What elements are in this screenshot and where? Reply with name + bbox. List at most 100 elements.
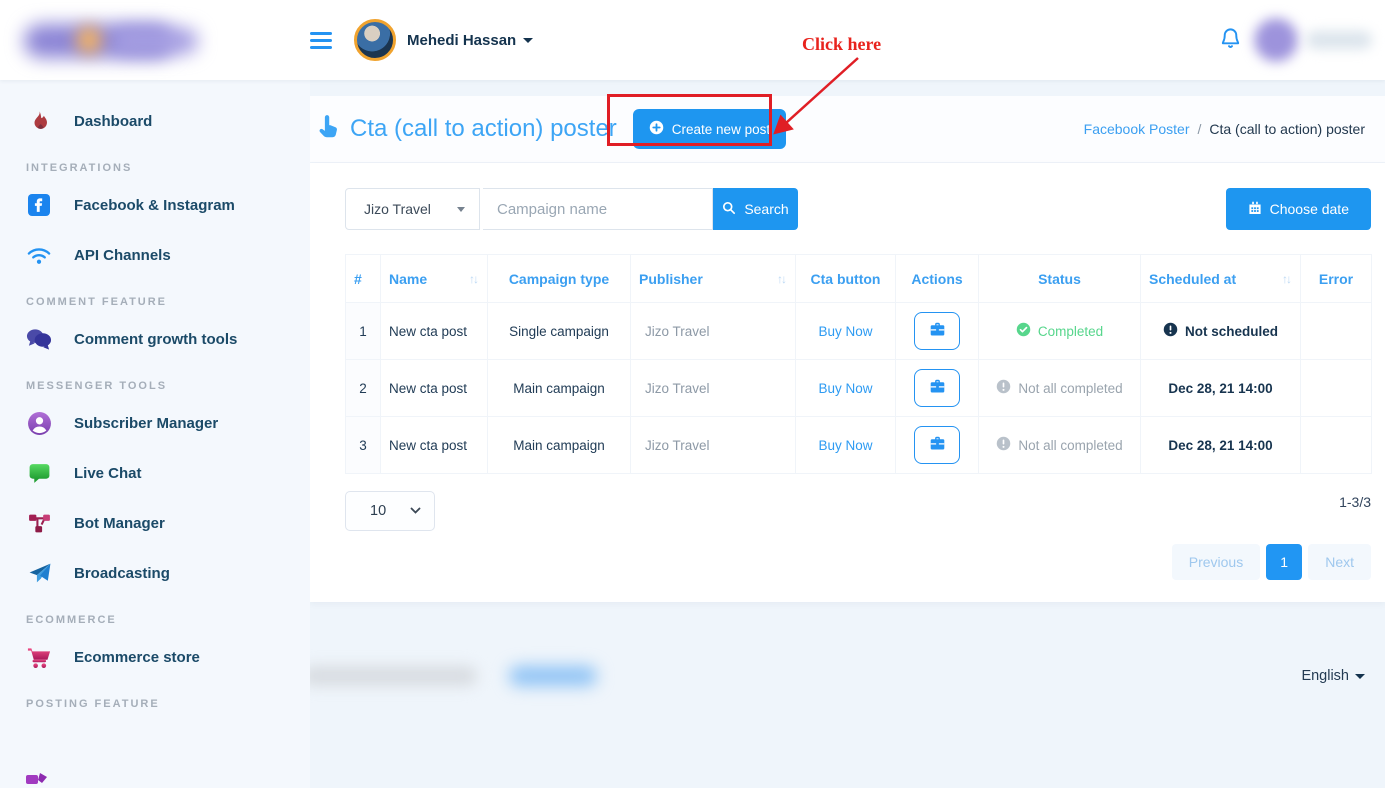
page-size-select[interactable]: 10 xyxy=(345,491,435,531)
publisher-select-value: Jizo Travel xyxy=(364,201,431,217)
column-header-scheduled-at[interactable]: Scheduled at ↑↓ xyxy=(1141,255,1301,303)
chevron-down-icon xyxy=(410,502,421,520)
column-label: Publisher xyxy=(639,271,703,287)
sidebar-item-label: Bot Manager xyxy=(74,515,165,532)
sidebar-item-comment-growth-tools[interactable]: Comment growth tools xyxy=(0,314,310,364)
search-button-label: Search xyxy=(744,201,788,217)
sidebar-item-dashboard[interactable]: Dashboard xyxy=(0,96,310,146)
breadcrumb: Facebook Poster / Cta (call to action) p… xyxy=(1084,121,1365,137)
briefcase-action-button[interactable] xyxy=(914,312,960,350)
user-name-blurred xyxy=(1306,31,1372,49)
cell-status: Not all completed xyxy=(979,417,1141,474)
cart-icon xyxy=(26,645,52,670)
wifi-icon xyxy=(26,243,52,267)
logo-blur-shape xyxy=(112,28,198,54)
sidebar-item-label: Subscriber Manager xyxy=(74,415,218,432)
paper-plane-icon xyxy=(26,561,52,586)
sort-icon: ↑↓ xyxy=(1282,272,1290,286)
sidebar-section-messenger-tools: MESSENGER TOOLS xyxy=(0,380,310,392)
posts-card: Jizo Travel Search Choose date xyxy=(310,163,1385,602)
cell-scheduled-at: Dec 28, 21 14:00 xyxy=(1141,417,1301,474)
buy-now-link[interactable]: Buy Now xyxy=(818,438,872,453)
sidebar-item-label: Comment growth tools xyxy=(74,331,237,348)
column-header-status: Status xyxy=(979,255,1141,303)
sidebar-section-comment-feature: COMMENT FEATURE xyxy=(0,296,310,308)
page-1-button[interactable]: 1 xyxy=(1266,544,1302,580)
status-badge: Not all completed xyxy=(1018,438,1122,453)
column-label: Name xyxy=(389,271,427,287)
create-new-post-button[interactable]: Create new post xyxy=(633,109,786,149)
choose-date-button[interactable]: Choose date xyxy=(1226,188,1371,230)
cell-scheduled-at: Dec 28, 21 14:00 xyxy=(1141,360,1301,417)
briefcase-action-button[interactable] xyxy=(914,369,960,407)
buy-now-link[interactable]: Buy Now xyxy=(818,381,872,396)
cell-scheduled-at: Not scheduled xyxy=(1141,303,1301,360)
filter-bar: Jizo Travel Search Choose date xyxy=(345,188,1371,230)
cell-publisher: Jizo Travel xyxy=(631,303,796,360)
sidebar-item-label: Broadcasting xyxy=(74,565,170,582)
sidebar-item-live-chat[interactable]: Live Chat xyxy=(0,448,310,498)
cell-cta-button: Buy Now xyxy=(796,360,896,417)
cell-num: 3 xyxy=(346,417,381,474)
results-range: 1-3/3 xyxy=(1339,494,1371,510)
user-circle-icon xyxy=(26,411,52,436)
topbar: Mehedi Hassan xyxy=(0,0,1385,80)
sidebar-item-broadcasting[interactable]: Broadcasting xyxy=(0,548,310,598)
column-header-publisher[interactable]: Publisher ↑↓ xyxy=(631,255,796,303)
app-logo[interactable] xyxy=(20,12,210,68)
sidebar-item-label: Ecommerce store xyxy=(74,649,200,666)
publisher-select[interactable]: Jizo Travel xyxy=(345,188,480,230)
column-header-campaign-type: Campaign type xyxy=(488,255,631,303)
briefcase-icon xyxy=(929,435,946,455)
cell-num: 2 xyxy=(346,360,381,417)
buy-now-link[interactable]: Buy Now xyxy=(818,324,872,339)
cell-campaign-type: Main campaign xyxy=(488,417,631,474)
briefcase-action-button[interactable] xyxy=(914,426,960,464)
chevron-down-icon xyxy=(457,207,465,212)
check-circle-icon xyxy=(1016,322,1031,340)
user-name: Mehedi Hassan xyxy=(407,32,516,49)
cell-error xyxy=(1301,303,1372,360)
language-select[interactable]: English xyxy=(1301,668,1365,684)
chevron-down-icon xyxy=(523,38,533,43)
cell-status: Not all completed xyxy=(979,360,1141,417)
next-page-button[interactable]: Next xyxy=(1308,544,1371,580)
page-title: Cta (call to action) poster xyxy=(350,115,617,143)
sidebar-item-facebook-instagram[interactable]: Facebook & Instagram xyxy=(0,180,310,230)
posts-table: # Name↑↓ Campaign type Publisher↑↓ Cta b… xyxy=(345,254,1372,474)
table-row: 1 New cta post Single campaign Jizo Trav… xyxy=(346,303,1372,360)
chat-bubble-icon xyxy=(26,461,52,486)
breadcrumb-facebook-poster[interactable]: Facebook Poster xyxy=(1084,121,1190,137)
plus-circle-icon xyxy=(649,120,664,138)
avatar[interactable] xyxy=(1254,18,1298,62)
user-menu[interactable]: Mehedi Hassan xyxy=(354,19,533,61)
bell-icon[interactable] xyxy=(1219,26,1242,55)
sidebar-item-api-channels[interactable]: API Channels xyxy=(0,230,310,280)
cell-publisher: Jizo Travel xyxy=(631,417,796,474)
cell-campaign-type: Main campaign xyxy=(488,360,631,417)
search-button[interactable]: Search xyxy=(713,188,798,230)
topbar-right xyxy=(1219,18,1372,62)
previous-page-button[interactable]: Previous xyxy=(1172,544,1260,580)
briefcase-icon xyxy=(929,321,946,341)
table-meta-row: 10 1-3/3 xyxy=(345,491,1371,531)
sidebar: Dashboard INTEGRATIONS Facebook & Instag… xyxy=(0,80,310,788)
sidebar-item-bot-manager[interactable]: Bot Manager xyxy=(0,498,310,548)
column-label: Scheduled at xyxy=(1149,271,1236,287)
cell-cta-button: Buy Now xyxy=(796,303,896,360)
sidebar-item-subscriber-manager[interactable]: Subscriber Manager xyxy=(0,398,310,448)
sidebar-item-ecommerce-store[interactable]: Ecommerce store xyxy=(0,632,310,682)
create-new-post-label: Create new post xyxy=(672,122,770,137)
status-badge: Completed xyxy=(1038,324,1103,339)
column-header-num: # xyxy=(346,255,381,303)
scheduled-label: Dec 28, 21 14:00 xyxy=(1168,381,1272,396)
cell-error xyxy=(1301,417,1372,474)
campaign-name-input[interactable] xyxy=(483,188,713,230)
click-here-annotation: Click here xyxy=(802,34,881,55)
hamburger-icon[interactable] xyxy=(310,32,332,49)
column-header-name[interactable]: Name↑↓ xyxy=(381,255,488,303)
facebook-icon xyxy=(26,193,52,217)
sidebar-item-label: Facebook & Instagram xyxy=(74,197,235,214)
cell-actions xyxy=(896,303,979,360)
sort-icon: ↑↓ xyxy=(777,272,785,286)
